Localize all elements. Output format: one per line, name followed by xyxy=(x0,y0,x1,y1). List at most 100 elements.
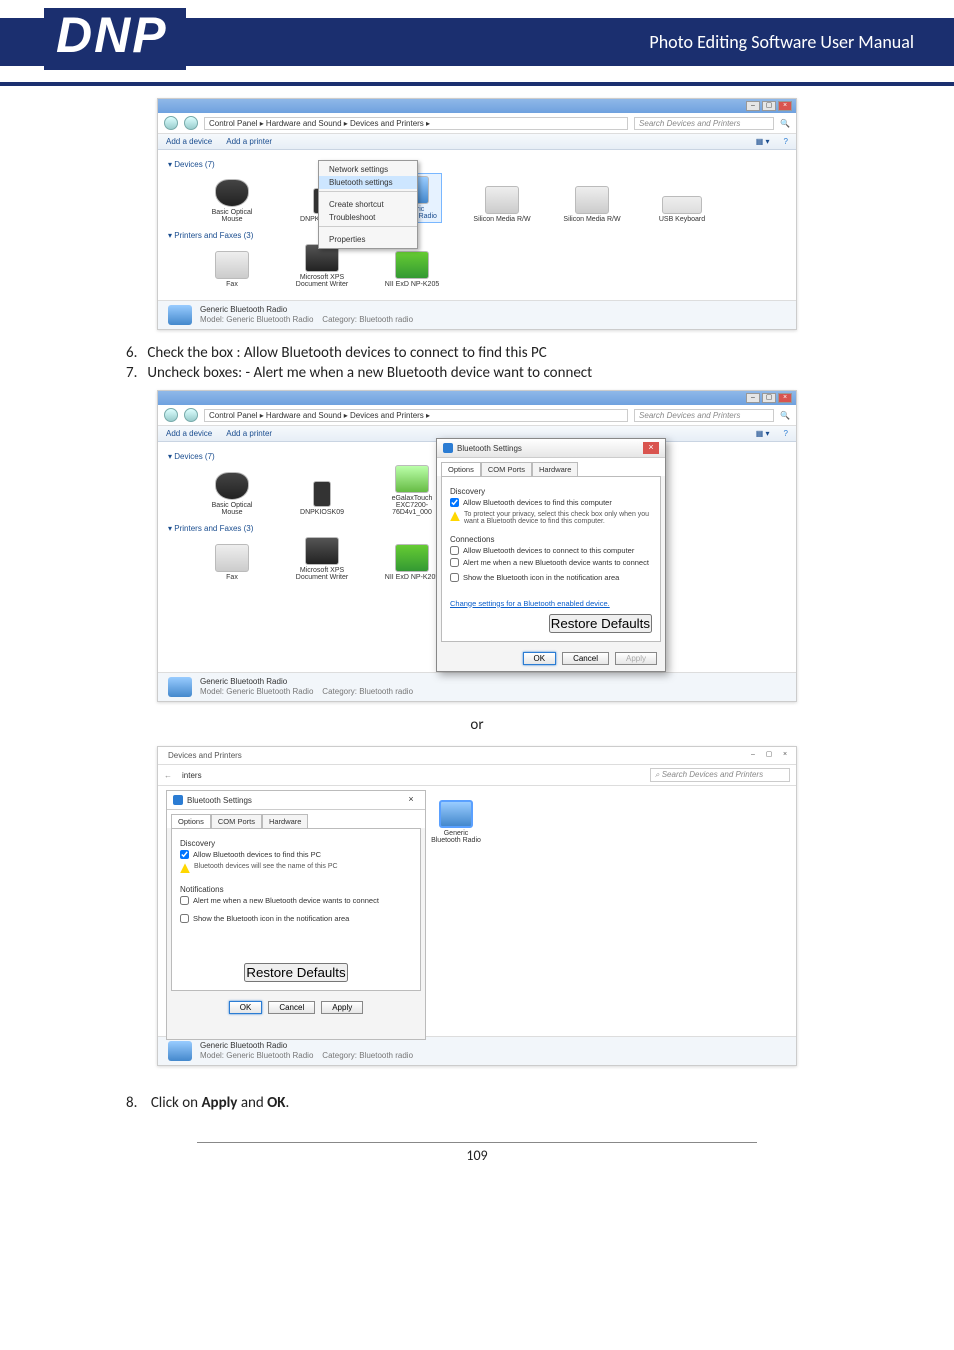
apply-button[interactable]: Apply xyxy=(321,1001,363,1014)
device-item[interactable]: DNPKIOSK09 xyxy=(292,481,352,516)
bluetooth-icon xyxy=(439,800,473,828)
bluetooth-icon xyxy=(443,443,453,453)
alert-connect-checkbox[interactable]: Alert me when a new Bluetooth device wan… xyxy=(450,558,652,567)
restore-defaults-button[interactable]: Restore Defaults xyxy=(244,963,347,982)
ctxmenu-create-shortcut[interactable]: Create shortcut xyxy=(319,198,417,211)
status-device-name: Generic Bluetooth Radio xyxy=(200,1041,413,1051)
bluetooth-settings-dialog: Bluetooth Settings × Options COM Ports H… xyxy=(166,790,426,1040)
printer-item[interactable]: Microsoft XPS Document Writer xyxy=(292,537,352,581)
window-close[interactable]: × xyxy=(778,751,792,761)
nav-fwd-icon[interactable] xyxy=(184,116,198,130)
window-min[interactable]: ‒ xyxy=(746,393,760,403)
page-number: 109 xyxy=(197,1142,757,1164)
window-close[interactable]: × xyxy=(778,101,792,111)
window-min[interactable]: ‒ xyxy=(746,751,760,761)
search-input[interactable]: ⌕ Search Devices and Printers xyxy=(650,768,790,782)
keyboard-icon xyxy=(662,196,702,214)
notifications-group-label: Notifications xyxy=(180,885,412,894)
card-icon xyxy=(485,186,519,214)
change-settings-link[interactable]: Change settings for a Bluetooth enabled … xyxy=(450,599,610,608)
ctxmenu-troubleshoot[interactable]: Troubleshoot xyxy=(319,211,417,224)
window-min[interactable]: ‒ xyxy=(746,101,760,111)
device-item[interactable]: Silicon Media R/W xyxy=(472,186,532,223)
apply-button[interactable]: Apply xyxy=(615,652,657,665)
window-max[interactable]: ▢ xyxy=(762,101,776,111)
brand-logo: DNP xyxy=(44,8,186,70)
ok-button[interactable]: OK xyxy=(229,1001,263,1014)
tab-options[interactable]: Options xyxy=(171,814,211,828)
allow-find-checkbox[interactable]: Allow Bluetooth devices to find this PC xyxy=(180,850,412,859)
status-device-icon xyxy=(168,677,192,697)
tab-hardware[interactable]: Hardware xyxy=(532,462,579,476)
tab-com-ports[interactable]: COM Ports xyxy=(481,462,532,476)
restore-defaults-button[interactable]: Restore Defaults xyxy=(549,614,652,633)
status-device-name: Generic Bluetooth Radio xyxy=(200,677,413,687)
toolbar-add-device[interactable]: Add a device xyxy=(166,429,212,438)
ctxmenu-network-settings[interactable]: Network settings xyxy=(319,163,417,176)
view-options-icon[interactable]: ▦ ▾ xyxy=(756,137,770,146)
window-max[interactable]: ▢ xyxy=(762,393,776,403)
allow-connect-checkbox[interactable]: Allow Bluetooth devices to connect to th… xyxy=(450,546,652,555)
nav-back-icon[interactable] xyxy=(164,408,178,422)
device-item[interactable]: Basic Optical Mouse xyxy=(202,179,262,223)
mouse-icon xyxy=(215,179,249,207)
ok-button[interactable]: OK xyxy=(523,652,557,665)
dialog-close[interactable]: × xyxy=(403,794,419,806)
window-titlebar: ‒ ▢ × xyxy=(158,391,796,405)
printer-item[interactable]: Fax xyxy=(202,544,262,581)
breadcrumb[interactable]: inters xyxy=(178,770,644,781)
view-options-icon[interactable]: ▦ ▾ xyxy=(756,429,770,438)
tab-hardware[interactable]: Hardware xyxy=(262,814,309,828)
show-icon-checkbox[interactable]: Show the Bluetooth icon in the notificat… xyxy=(180,914,412,923)
step-8: Click on Apply and OK. xyxy=(126,1094,874,1112)
allow-find-checkbox[interactable]: Allow Bluetooth devices to find this com… xyxy=(450,498,652,507)
connections-group-label: Connections xyxy=(450,535,652,544)
toolbar-add-printer[interactable]: Add a printer xyxy=(226,137,272,146)
device-item[interactable]: USB Keyboard xyxy=(652,196,712,223)
tab-com-ports[interactable]: COM Ports xyxy=(211,814,262,828)
nav-back-icon[interactable]: ← xyxy=(164,771,172,780)
window-titlebar: ‒ ▢ × xyxy=(158,99,796,113)
window-max[interactable]: ▢ xyxy=(762,751,776,761)
search-icon[interactable]: 🔍 xyxy=(780,119,790,128)
bluetooth-icon xyxy=(173,795,183,805)
printer-item[interactable]: NII ExD NP-K205 xyxy=(382,251,442,288)
cancel-button[interactable]: Cancel xyxy=(268,1001,315,1014)
ctxmenu-bluetooth-settings[interactable]: Bluetooth settings xyxy=(319,176,417,189)
toolbar-add-printer[interactable]: Add a printer xyxy=(226,429,272,438)
printer-item[interactable]: Microsoft XPS Document Writer xyxy=(292,244,352,288)
device-item[interactable]: Generic Bluetooth Radio xyxy=(428,800,484,844)
ctxmenu-properties[interactable]: Properties xyxy=(319,233,417,246)
search-icon[interactable]: 🔍 xyxy=(780,411,790,420)
context-menu: Network settings Bluetooth settings Crea… xyxy=(318,160,418,249)
mouse-icon xyxy=(215,472,249,500)
device-item[interactable]: Basic Optical Mouse xyxy=(202,472,262,516)
card-icon xyxy=(575,186,609,214)
dialog-close[interactable]: × xyxy=(643,442,659,454)
show-icon-checkbox[interactable]: Show the Bluetooth icon in the notificat… xyxy=(450,573,652,582)
breadcrumb[interactable]: Control Panel ▸ Hardware and Sound ▸ Dev… xyxy=(204,409,628,422)
alert-connect-checkbox[interactable]: Alert me when a new Bluetooth device wan… xyxy=(180,896,412,905)
help-icon[interactable]: ? xyxy=(784,137,788,146)
nav-fwd-icon[interactable] xyxy=(184,408,198,422)
warning-icon xyxy=(450,511,460,521)
step-7: Uncheck boxes: - Alert me when a new Blu… xyxy=(126,364,874,382)
tab-options[interactable]: Options xyxy=(441,462,481,476)
breadcrumb[interactable]: Control Panel ▸ Hardware and Sound ▸ Dev… xyxy=(204,117,628,130)
screenshot-bt-settings-win7: ‒ ▢ × Control Panel ▸ Hardware and Sound… xyxy=(157,390,797,702)
printer-item[interactable]: NII ExD NP-K205 xyxy=(382,544,442,581)
device-item[interactable]: Silicon Media R/W xyxy=(562,186,622,223)
window-close[interactable]: × xyxy=(778,393,792,403)
device-item[interactable]: eGalaxTouch EXC7200-76D4v1_000 xyxy=(382,465,442,516)
printer-icon xyxy=(395,251,429,279)
search-input[interactable]: Search Devices and Printers xyxy=(634,409,774,422)
printers-section-header: ▾ Printers and Faxes (3) xyxy=(168,231,786,240)
nav-back-icon[interactable] xyxy=(164,116,178,130)
search-input[interactable]: Search Devices and Printers xyxy=(634,117,774,130)
toolbar-add-device[interactable]: Add a device xyxy=(166,137,212,146)
printer-item[interactable]: Fax xyxy=(202,251,262,288)
status-device-icon xyxy=(168,305,192,325)
cancel-button[interactable]: Cancel xyxy=(562,652,609,665)
dialog-title: Bluetooth Settings xyxy=(187,796,252,805)
help-icon[interactable]: ? xyxy=(784,429,788,438)
